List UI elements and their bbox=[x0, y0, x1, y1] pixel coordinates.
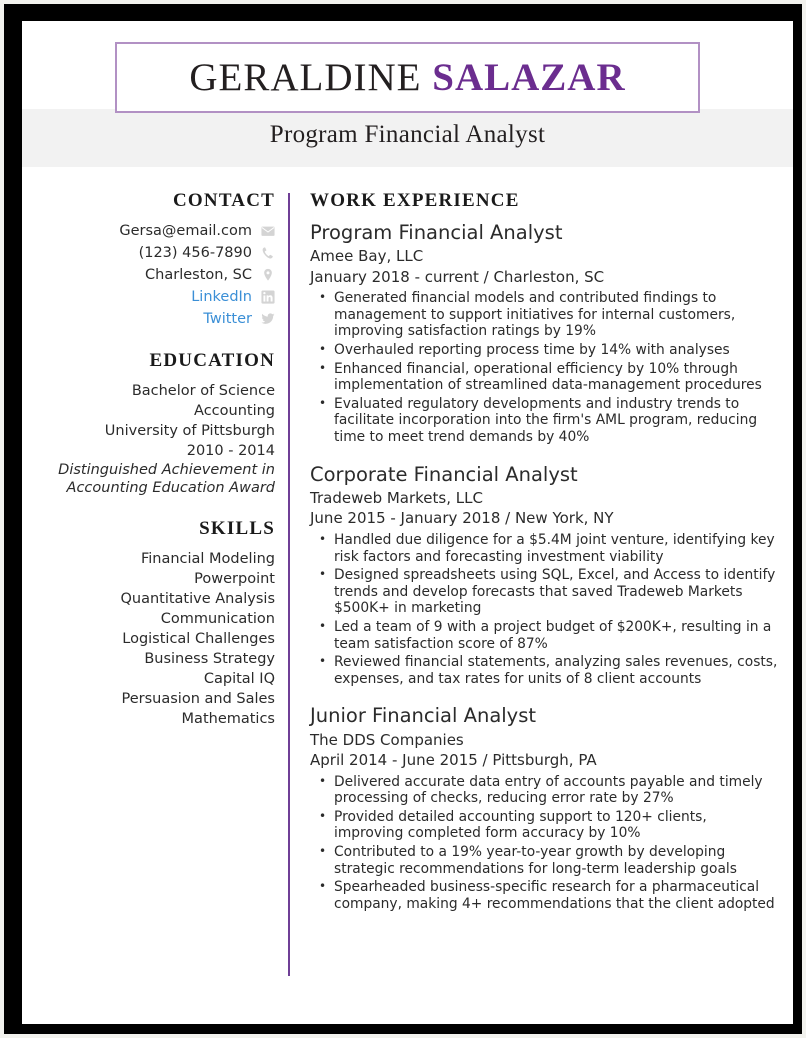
job-bullet: Reviewed financial statements, analyzing… bbox=[310, 653, 780, 687]
last-name: SALAZAR bbox=[432, 56, 626, 99]
job-company: The DDS Companies bbox=[310, 730, 464, 749]
job-bullet: Delivered accurate data entry of account… bbox=[310, 773, 780, 807]
job-bullet: Overhauled reporting process time by 14%… bbox=[310, 341, 780, 359]
job-bullet-list: Generated financial models and contribut… bbox=[310, 289, 780, 446]
job-bullet: Contributed to a 19% year-to-year growth… bbox=[310, 843, 780, 877]
job-company: Amee Bay, LLC bbox=[310, 247, 424, 266]
phone-icon bbox=[261, 246, 275, 260]
education-line: Bachelor of Science bbox=[131, 382, 275, 399]
contact-email-text: Gersa@email.com bbox=[119, 222, 252, 239]
linkedin-icon bbox=[261, 290, 275, 304]
skill-item: Financial Modeling bbox=[140, 550, 275, 567]
job-entry: Program Financial Analyst Amee Bay, LLC … bbox=[310, 221, 780, 446]
job-bullet: Handled due diligence for a $5.4M joint … bbox=[310, 531, 780, 565]
skills-section: SKILLS Financial Modeling Powerpoint Qua… bbox=[50, 517, 275, 729]
job-dates-location: April 2014 - June 2015 / Pittsburgh, PA bbox=[310, 750, 597, 769]
contact-twitter-text: Twitter bbox=[203, 310, 252, 327]
job-role: Corporate Financial Analyst bbox=[310, 462, 578, 486]
skill-item: Business Strategy bbox=[144, 650, 275, 667]
skills-heading: SKILLS bbox=[199, 517, 275, 539]
education-award-line: Accounting Education Award bbox=[66, 479, 275, 496]
job-bullet: Provided detailed accounting support to … bbox=[310, 808, 780, 842]
contact-item-location[interactable]: Charleston, SC bbox=[50, 265, 275, 285]
job-role: Junior Financial Analyst bbox=[310, 704, 537, 728]
job-bullet: Led a team of 9 with a project budget of… bbox=[310, 618, 780, 652]
first-name: GERALDINE bbox=[189, 56, 433, 99]
job-bullet-list: Delivered accurate data entry of account… bbox=[310, 773, 780, 913]
skill-item: Communication bbox=[160, 610, 275, 627]
job-bullet: Generated financial models and contribut… bbox=[310, 289, 780, 340]
education-line: Accounting bbox=[194, 402, 275, 419]
skill-item: Persuasion and Sales bbox=[121, 690, 275, 707]
skill-item: Powerpoint bbox=[194, 570, 275, 587]
contact-location-text: Charleston, SC bbox=[145, 266, 252, 283]
job-bullet: Enhanced financial, operational efficien… bbox=[310, 360, 780, 394]
page-title: GERALDINE SALAZAR bbox=[189, 58, 625, 97]
contact-section: CONTACT Gersa@email.com (123) 456-7890 C… bbox=[50, 190, 275, 329]
job-bullet: Spearheaded business-specific research f… bbox=[310, 878, 780, 912]
job-dates-location: June 2015 - January 2018 / New York, NY bbox=[310, 509, 614, 528]
contact-item-phone[interactable]: (123) 456-7890 bbox=[50, 243, 275, 263]
skill-item: Quantitative Analysis bbox=[120, 590, 275, 607]
sidebar: CONTACT Gersa@email.com (123) 456-7890 C… bbox=[50, 190, 275, 751]
education-line: University of Pittsburgh bbox=[104, 422, 275, 439]
job-bullet: Evaluated regulatory developments and in… bbox=[310, 395, 780, 446]
header-job-title: Program Financial Analyst bbox=[269, 121, 546, 148]
education-award-line: Distinguished Achievement in bbox=[58, 461, 275, 478]
education-section: EDUCATION Bachelor of Science Accounting… bbox=[50, 349, 275, 497]
name-box: GERALDINE SALAZAR bbox=[115, 42, 700, 113]
education-line: 2010 - 2014 bbox=[186, 442, 275, 459]
contact-item-twitter[interactable]: Twitter bbox=[50, 309, 275, 329]
resume-page: GERALDINE SALAZAR Program Financial Anal… bbox=[22, 21, 793, 1024]
job-bullet-list: Handled due diligence for a $5.4M joint … bbox=[310, 531, 780, 687]
column-divider bbox=[288, 193, 290, 976]
work-experience-heading: WORK EXPERIENCE bbox=[310, 190, 520, 211]
work-experience-section: WORK EXPERIENCE Program Financial Analys… bbox=[310, 190, 780, 929]
skill-item: Logistical Challenges bbox=[122, 630, 275, 647]
location-pin-icon bbox=[261, 268, 275, 282]
contact-item-email[interactable]: Gersa@email.com bbox=[50, 221, 275, 241]
contact-item-linkedin[interactable]: LinkedIn bbox=[50, 287, 275, 307]
job-bullet: Designed spreadsheets using SQL, Excel, … bbox=[310, 566, 780, 617]
contact-phone-text: (123) 456-7890 bbox=[138, 244, 252, 261]
envelope-icon bbox=[261, 224, 275, 238]
job-role: Program Financial Analyst bbox=[310, 220, 563, 244]
job-entry: Corporate Financial Analyst Tradeweb Mar… bbox=[310, 463, 780, 688]
contact-linkedin-text: LinkedIn bbox=[191, 288, 252, 305]
education-heading: EDUCATION bbox=[149, 349, 275, 371]
job-dates-location: January 2018 - current / Charleston, SC bbox=[310, 267, 605, 286]
job-entry: Junior Financial Analyst The DDS Compani… bbox=[310, 704, 780, 912]
skill-item: Mathematics bbox=[181, 710, 275, 727]
job-company: Tradeweb Markets, LLC bbox=[310, 488, 483, 507]
contact-heading: CONTACT bbox=[173, 190, 275, 211]
black-frame: GERALDINE SALAZAR Program Financial Anal… bbox=[4, 4, 802, 1034]
twitter-icon bbox=[261, 312, 275, 326]
image-border: GERALDINE SALAZAR Program Financial Anal… bbox=[0, 0, 806, 1038]
skill-item: Capital IQ bbox=[203, 670, 275, 687]
